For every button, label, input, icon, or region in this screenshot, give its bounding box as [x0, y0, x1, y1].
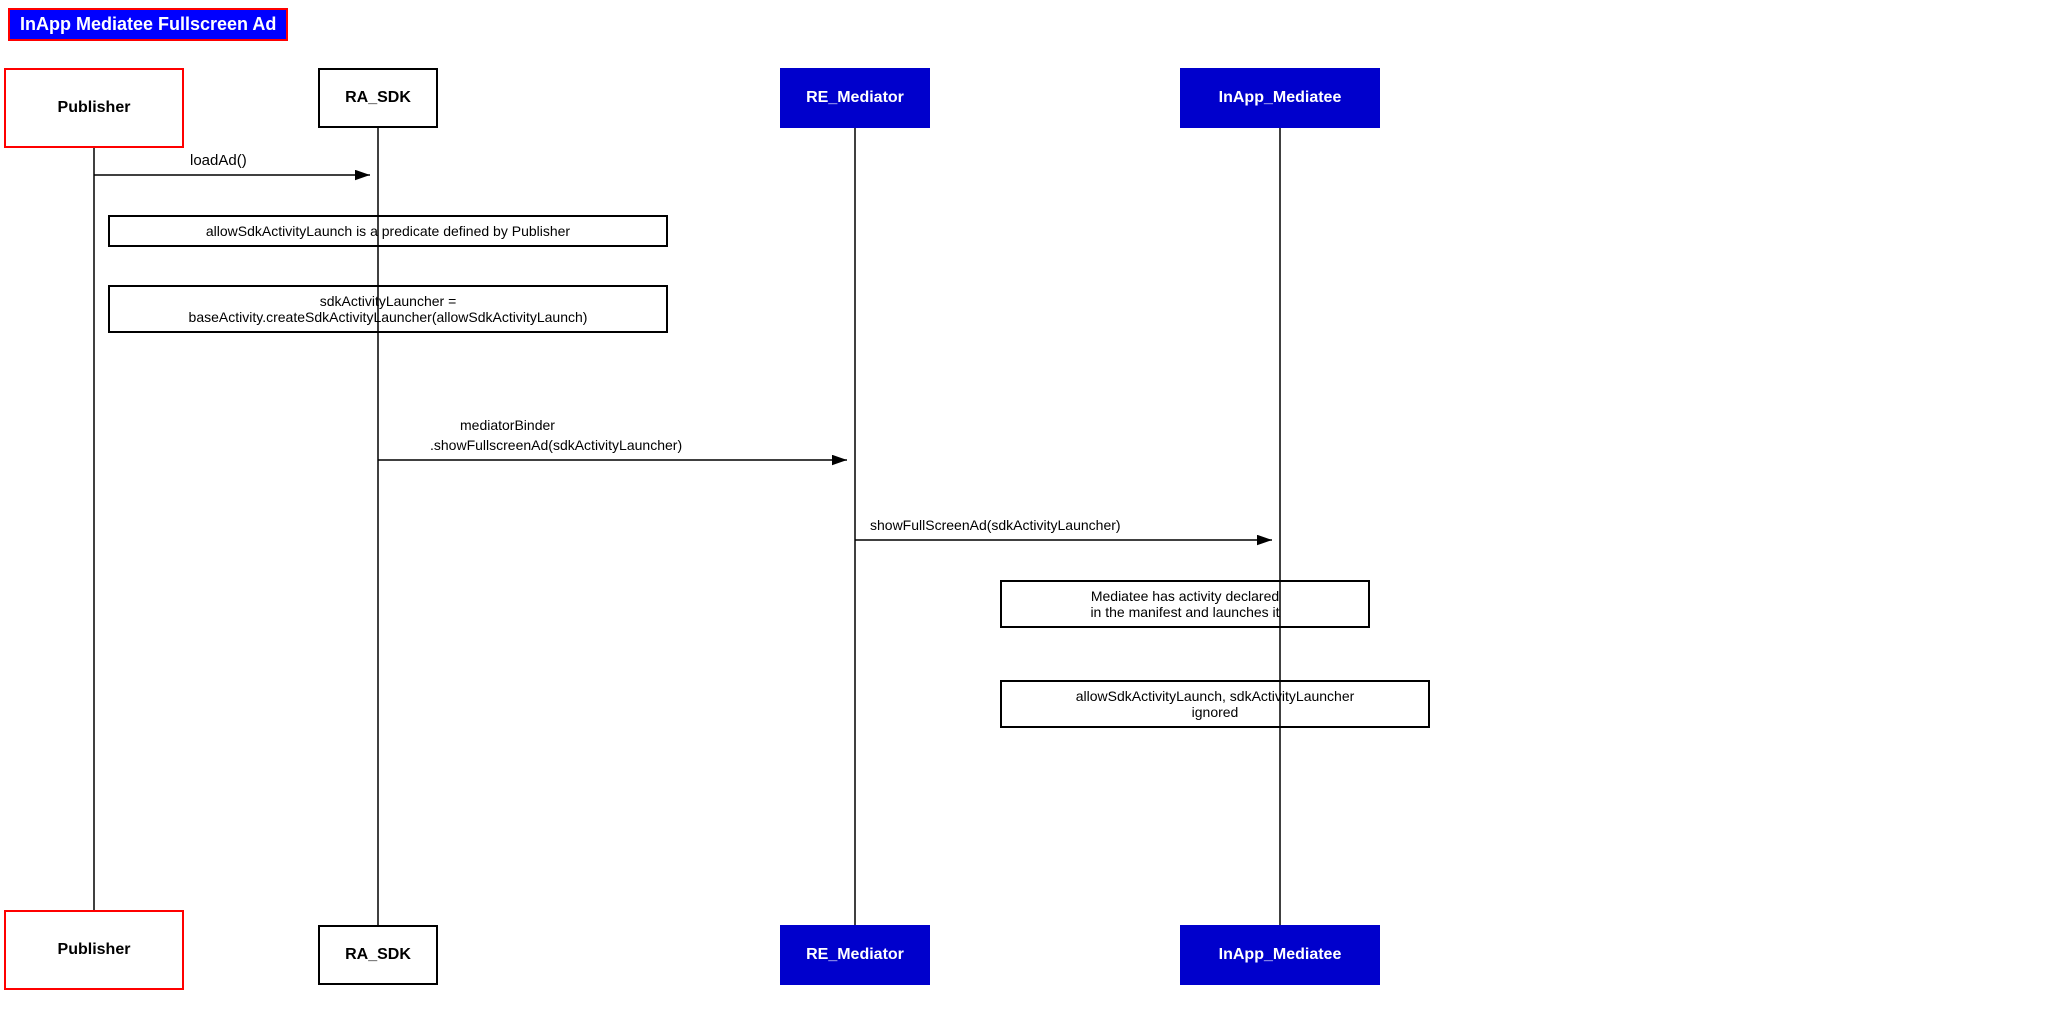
actor-publisher-bottom: Publisher [4, 910, 184, 990]
diagram-svg: loadAd() mediatorBinder .showFullscreenA… [0, 0, 2048, 1019]
actor-rasdk-bottom: RA_SDK [318, 925, 438, 985]
actor-inapp-bottom: InApp_Mediatee [1180, 925, 1380, 985]
svg-text:mediatorBinder: mediatorBinder [460, 417, 555, 433]
svg-text:showFullScreenAd(sdkActivityLa: showFullScreenAd(sdkActivityLauncher) [870, 517, 1121, 533]
actor-inapp-top: InApp_Mediatee [1180, 68, 1380, 128]
diagram-container: InApp Mediatee Fullscreen Ad Publisher R… [0, 0, 2048, 1019]
actor-rasdk-top: RA_SDK [318, 68, 438, 128]
actor-remediator-top: RE_Mediator [780, 68, 930, 128]
note-mediatee-activity: Mediatee has activity declared in the ma… [1000, 580, 1370, 628]
note-ignored: allowSdkActivityLaunch, sdkActivityLaunc… [1000, 680, 1430, 728]
note-allow-predicate: allowSdkActivityLaunch is a predicate de… [108, 215, 668, 247]
actor-remediator-bottom: RE_Mediator [780, 925, 930, 985]
actor-publisher-top: Publisher [4, 68, 184, 148]
svg-text:.showFullscreenAd(sdkActivityL: .showFullscreenAd(sdkActivityLauncher) [430, 437, 682, 453]
note-sdk-launcher: sdkActivityLauncher = baseActivity.creat… [108, 285, 668, 333]
svg-text:loadAd(): loadAd() [190, 152, 247, 169]
diagram-title: InApp Mediatee Fullscreen Ad [8, 8, 288, 41]
